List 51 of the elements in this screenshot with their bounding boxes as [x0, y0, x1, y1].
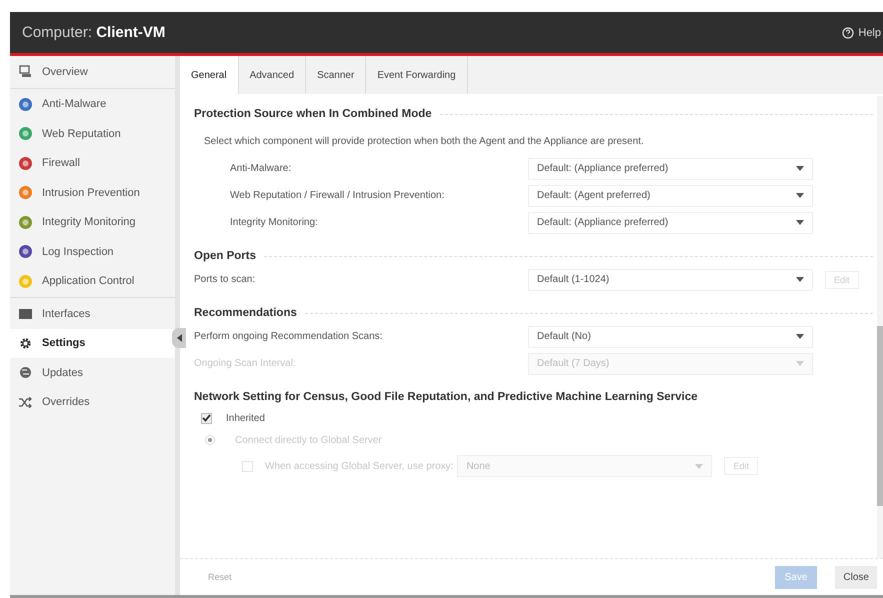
collapse-handle[interactable] — [172, 328, 186, 348]
dropdown[interactable]: Default: (Appliance preferred) — [528, 158, 813, 180]
close-button[interactable]: Close — [835, 566, 877, 588]
dropdown-caret-icon — [796, 361, 804, 366]
scrollbar[interactable] — [877, 96, 883, 558]
field-label: Ongoing Scan Interval: — [194, 358, 297, 369]
section-heading: Recommendations — [194, 307, 297, 319]
sidebar-item[interactable]: Updates — [10, 358, 175, 388]
dropdown[interactable]: Default (1-1024) — [528, 268, 813, 290]
globe-icon — [19, 366, 32, 380]
gear-icon — [19, 336, 32, 350]
dropdown[interactable]: Default: (Appliance preferred) — [528, 212, 813, 234]
sidebar-item[interactable]: Intrusion Prevention — [10, 178, 175, 208]
section-description: Select which component will provide protection when both the Agent and the Appliance are present. — [204, 136, 645, 147]
checkbox-label: Inherited — [226, 412, 265, 424]
sidebar-item[interactable]: Settings — [10, 328, 175, 358]
dropdown-caret-icon — [796, 193, 804, 198]
help-button[interactable]: Help — [842, 26, 883, 38]
field-label: Anti-Malware: — [230, 163, 292, 174]
section-heading: Network Setting for Census, Good File Reputation, and Predictive Machine Learning Service — [194, 391, 698, 403]
field-label: Integrity Monitoring: — [230, 217, 319, 228]
dropdown-caret-icon — [796, 277, 804, 282]
dropdown[interactable]: Default: (Agent preferred) — [528, 184, 813, 206]
sidebar-item[interactable]: Web Reputation — [10, 119, 175, 148]
dropdown-caret-icon — [796, 220, 804, 225]
sidebar-item[interactable]: Anti-Malware — [10, 90, 175, 119]
field-label: Web Reputation / Firewall / Intrusion Prevention: — [230, 190, 446, 201]
dropdown-caret-icon — [796, 334, 804, 339]
field-label: Ports to scan: — [194, 274, 256, 285]
sidebar-item[interactable]: Log Inspection — [10, 237, 175, 266]
section-heading: Protection Source when In Combined Mode — [194, 108, 432, 120]
tab[interactable]: General — [180, 56, 239, 94]
radio-label: Connect directly to Global Server — [235, 434, 382, 446]
field-label: Perform ongoing Recommendation Scans: — [194, 331, 384, 342]
section-heading: Open Ports — [194, 250, 256, 262]
shuffle-icon — [19, 396, 32, 408]
card-icon — [19, 308, 32, 319]
checkbox-label: When accessing Global Server, use proxy: — [265, 460, 454, 472]
sidebar-item[interactable]: Overrides — [10, 388, 175, 417]
help-icon — [842, 26, 854, 38]
sidebar-item[interactable]: Application Control — [10, 266, 175, 296]
monitor-icon — [19, 65, 32, 78]
window-title: Computer: Client-VM — [22, 24, 166, 41]
sidebar-item[interactable]: Firewall — [10, 148, 175, 178]
checkbox[interactable] — [201, 412, 212, 424]
dropdown-caret-icon — [695, 464, 704, 468]
dropdown[interactable]: Default (No) — [528, 326, 813, 348]
dropdown-caret-icon — [796, 166, 804, 171]
sidebar-item[interactable]: Integrity Monitoring — [10, 208, 175, 237]
sidebar-item[interactable]: Overview — [10, 57, 175, 86]
sidebar-item[interactable]: Interfaces — [10, 299, 175, 328]
